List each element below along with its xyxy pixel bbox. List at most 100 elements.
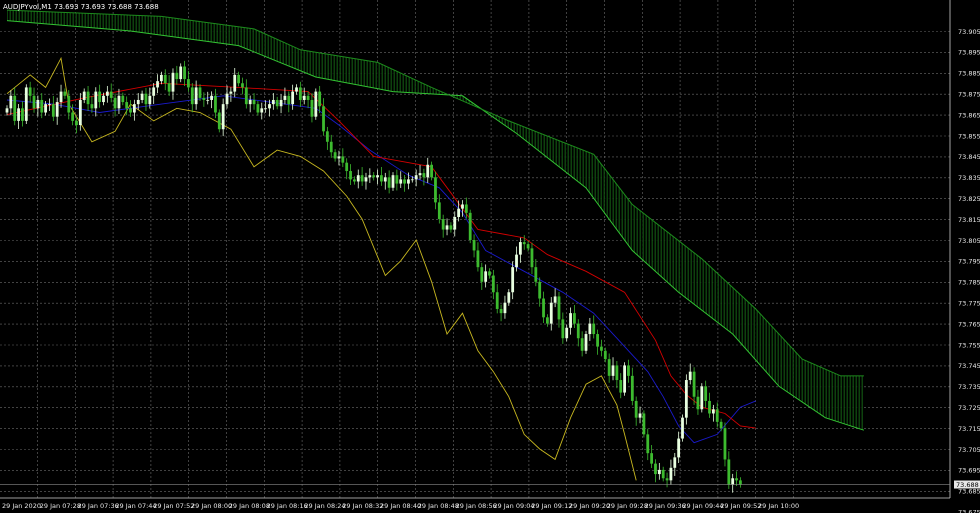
candle-body xyxy=(71,112,75,121)
y-tick-label: 73.745 xyxy=(958,362,980,370)
candle-body xyxy=(225,93,229,105)
candle-body xyxy=(457,208,461,218)
candle-body xyxy=(314,91,318,117)
candle-body xyxy=(152,87,156,96)
candle-body xyxy=(86,91,90,105)
kijun-sen-line xyxy=(6,95,756,444)
candle-body xyxy=(511,267,515,293)
candle-body xyxy=(275,99,279,107)
candle-body xyxy=(144,93,148,105)
candle-body xyxy=(129,108,132,113)
candle-body xyxy=(522,242,526,245)
candle-body xyxy=(588,323,592,335)
candle-body xyxy=(735,478,738,481)
candle-body xyxy=(518,242,522,255)
candle-body xyxy=(13,95,17,121)
candle-body xyxy=(136,99,140,105)
candle-body xyxy=(78,99,82,126)
price-chart[interactable]: 73.905 73.895 73.885 73.875 73.865 73.855 73.8… xyxy=(0,0,980,513)
candle-body xyxy=(476,250,480,268)
x-tick-label: 29 Jan 2020 xyxy=(2,502,41,510)
candle-body xyxy=(214,95,217,113)
candles xyxy=(5,60,742,493)
candle-body xyxy=(40,99,44,113)
candle-body xyxy=(665,478,669,481)
candle-body xyxy=(264,108,268,110)
candle-body xyxy=(117,95,121,109)
y-tick-label: 73.795 xyxy=(958,258,980,266)
candle-body xyxy=(24,87,28,121)
candle-body xyxy=(121,95,125,103)
candle-body xyxy=(268,104,271,109)
y-tick-label: 73.895 xyxy=(958,49,980,57)
current-price-label: 73.688 xyxy=(956,481,979,489)
candle-body xyxy=(704,386,708,401)
candle-body xyxy=(356,175,360,182)
candle-body xyxy=(638,413,642,418)
candle-body xyxy=(372,175,376,178)
candle-body xyxy=(488,271,491,276)
candle-body xyxy=(410,179,414,181)
candle-body xyxy=(325,131,329,142)
symbol-info: AUDJPYvol,M1 73.693 73.693 73.688 73.688 xyxy=(3,3,159,11)
candle-body xyxy=(256,104,260,113)
candle-body xyxy=(171,72,175,92)
y-tick-label: 73.815 xyxy=(958,216,980,224)
candle-body xyxy=(260,108,264,113)
candle-body xyxy=(167,83,171,92)
candle-body xyxy=(434,177,437,203)
candle-body xyxy=(573,313,576,324)
candle-body xyxy=(387,177,391,188)
y-tick-label: 73.705 xyxy=(958,446,980,454)
candle-body xyxy=(700,386,704,410)
y-tick-label: 73.825 xyxy=(958,195,980,203)
candle-body xyxy=(28,87,32,96)
candle-body xyxy=(399,179,403,184)
candle-body xyxy=(530,248,534,268)
candle-body xyxy=(333,152,337,159)
x-tick-label: 29 Jan 09:28 xyxy=(607,502,648,510)
candle-body xyxy=(565,327,569,339)
candle-body xyxy=(557,296,561,320)
candle-body xyxy=(109,91,113,98)
candle-body xyxy=(48,104,51,105)
candle-body xyxy=(341,156,345,163)
candle-body xyxy=(90,104,94,109)
candle-body xyxy=(445,225,449,230)
candle-body xyxy=(611,365,615,376)
candle-body xyxy=(414,175,418,180)
candle-body xyxy=(140,93,144,100)
x-tick-label: 29 Jan 09:52 xyxy=(720,502,761,510)
candle-body xyxy=(187,79,190,88)
candle-body xyxy=(515,254,518,268)
x-tick-label: 29 Jan 07:36 xyxy=(78,502,119,510)
chart-window[interactable]: 73.905 73.895 73.885 73.875 73.865 73.855 73.8… xyxy=(0,0,980,513)
candle-body xyxy=(17,108,20,121)
candle-body xyxy=(376,175,379,178)
candle-body xyxy=(657,469,661,475)
y-tick-label: 73.695 xyxy=(958,467,980,475)
candle-body xyxy=(252,99,256,105)
candle-body xyxy=(723,428,727,460)
candle-body xyxy=(67,95,71,113)
x-tick-label: 29 Jan 08:40 xyxy=(380,502,421,510)
candle-body xyxy=(82,91,86,100)
candle-body xyxy=(615,365,619,381)
candle-body xyxy=(546,317,549,324)
candle-body xyxy=(94,91,98,109)
candle-body xyxy=(677,438,681,458)
candle-body xyxy=(650,453,654,464)
candle-body xyxy=(210,95,213,100)
candle-body xyxy=(233,74,237,92)
candle-body xyxy=(194,87,198,105)
candle-body xyxy=(619,380,623,393)
candle-body xyxy=(654,463,657,475)
candle-body xyxy=(113,97,117,109)
candle-body xyxy=(449,225,453,230)
candle-body xyxy=(125,102,129,109)
candle-body xyxy=(229,91,233,94)
candle-body xyxy=(576,323,580,339)
y-tick-label: 73.905 xyxy=(958,28,980,36)
candle-body xyxy=(183,66,186,80)
candle-body xyxy=(51,104,55,117)
